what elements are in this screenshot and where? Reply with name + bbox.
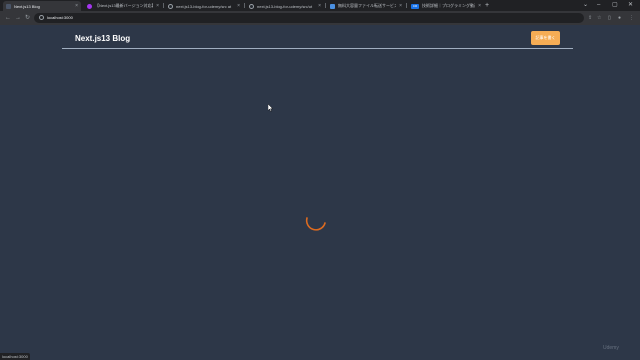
maximize-icon[interactable]: ▢	[612, 1, 618, 10]
minimize-icon[interactable]: –	[597, 1, 600, 10]
header-divider	[62, 48, 573, 49]
loading-spinner-icon	[305, 217, 326, 231]
share-icon[interactable]: ⇪	[588, 14, 592, 22]
udemy-favicon-icon	[87, 3, 92, 9]
close-tab-icon[interactable]: ×	[237, 3, 240, 9]
tab-udemy-course[interactable]: 【Next.js13最新バージョン対応】Next.js ×	[84, 1, 162, 11]
tab-separator	[163, 3, 164, 8]
close-tab-icon[interactable]: ×	[156, 3, 159, 9]
site-brand[interactable]: Next.js13 Blog	[75, 34, 130, 43]
tab-title: Next.js13 Blog	[14, 3, 40, 9]
new-article-button[interactable]: 記事を書く	[531, 31, 560, 45]
tab-title: next.js13-blog-for-udemy/src at	[176, 3, 232, 9]
tab-separator	[325, 3, 326, 8]
cr-favicon-icon: CR	[411, 3, 419, 9]
browser-toolbar: ← → ↻ localhost:3000 ⇪ ☆ ▯ ● ⋮	[0, 11, 640, 25]
tab-title: 技術詳細｜プログラミング動画カテゴリ	[422, 3, 475, 8]
tab-search-icon[interactable]: ⌄	[583, 1, 588, 10]
close-tab-icon[interactable]: ×	[478, 3, 481, 9]
tab-github-utils[interactable]: next.js13-blog-for-udemy/src/ut ×	[246, 1, 324, 11]
tab-separator	[406, 3, 407, 8]
github-favicon-icon	[249, 3, 254, 9]
mouse-cursor-icon	[268, 104, 274, 112]
favicon-icon	[6, 3, 11, 9]
bookmark-star-icon[interactable]: ☆	[597, 14, 601, 22]
forward-icon[interactable]: →	[15, 14, 21, 22]
menu-dots-icon[interactable]: ⋮	[629, 14, 634, 22]
profile-icon[interactable]: ●	[618, 14, 621, 22]
address-url: localhost:3000	[47, 15, 73, 20]
close-window-icon[interactable]: ✕	[628, 1, 633, 10]
udemy-watermark: Udemy	[603, 345, 619, 351]
link-status-bar: localhost:3000	[0, 353, 30, 360]
reload-icon[interactable]: ↻	[25, 14, 30, 22]
tab-file-transfer[interactable]: 無料大容量ファイル転送サービス Gi ×	[327, 1, 405, 11]
site-info-icon[interactable]	[39, 15, 44, 20]
file-transfer-favicon-icon	[330, 3, 335, 9]
tab-title: 無料大容量ファイル転送サービス Gi	[338, 3, 397, 8]
new-tab-button[interactable]: +	[485, 1, 489, 10]
page-viewport: Next.js13 Blog 記事を書く	[0, 25, 640, 360]
tab-title: next.js13-blog-for-udemy/src/ut	[257, 3, 313, 9]
address-bar[interactable]: localhost:3000	[34, 13, 584, 23]
tab-separator	[244, 3, 245, 8]
side-panel-icon[interactable]: ▯	[608, 14, 611, 22]
back-icon[interactable]: ←	[5, 14, 11, 22]
close-tab-icon[interactable]: ×	[399, 3, 402, 9]
tab-next-blog[interactable]: Next.js13 Blog ×	[3, 1, 81, 11]
tab-title: 【Next.js13最新バージョン対応】Next.js	[95, 3, 154, 8]
github-favicon-icon	[168, 3, 173, 9]
tab-programming-videos[interactable]: CR 技術詳細｜プログラミング動画カテゴリ ×	[408, 1, 484, 11]
close-tab-icon[interactable]: ×	[318, 3, 321, 9]
tab-github-src[interactable]: next.js13-blog-for-udemy/src at ×	[165, 1, 243, 11]
close-tab-icon[interactable]: ×	[75, 3, 78, 9]
tab-strip: Next.js13 Blog × 【Next.js13最新バージョン対応】Nex…	[0, 0, 640, 11]
